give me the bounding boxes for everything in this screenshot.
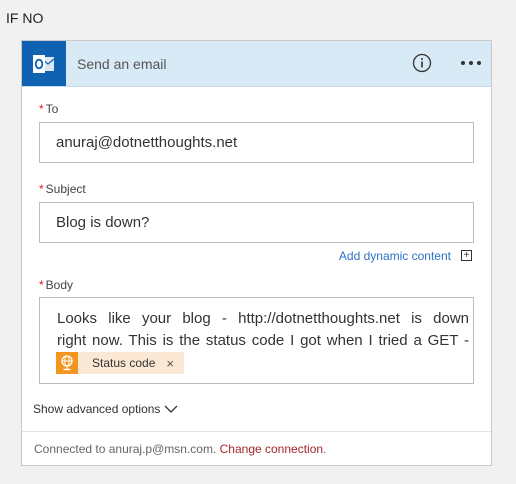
required-marker: * — [39, 182, 44, 196]
body-field[interactable]: Looks like your blog - http://dotnetthou… — [39, 297, 474, 384]
subject-label: * Subject — [39, 182, 86, 196]
send-email-card: Send an email * To anuraj@dotnetthoughts.… — [21, 40, 492, 466]
connection-info: Connected to anuraj.p@msn.com. Change co… — [34, 442, 326, 456]
to-label: * To — [39, 102, 58, 116]
http-globe-icon — [56, 352, 78, 374]
outlook-icon — [22, 41, 66, 86]
to-value: anuraj@dotnetthoughts.net — [56, 134, 238, 151]
status-code-token[interactable]: Status code × — [56, 352, 184, 374]
chevron-down-icon — [164, 405, 178, 413]
status-code-token-label: Status code — [92, 356, 156, 370]
add-dynamic-content-link[interactable]: Add dynamic content — [339, 249, 451, 263]
subject-field[interactable]: Blog is down? — [39, 202, 474, 243]
subject-label-text: Subject — [45, 182, 86, 196]
connection-suffix: . — [323, 442, 327, 456]
to-label-text: To — [45, 102, 59, 116]
card-header[interactable]: Send an email — [22, 41, 491, 87]
branch-label: IF NO — [6, 10, 44, 26]
body-text: Looks like your blog - http://dotnetthou… — [57, 308, 469, 352]
more-options-icon[interactable] — [459, 54, 483, 72]
change-connection-link[interactable]: Change connection — [220, 442, 323, 456]
body-label-text: Body — [45, 278, 74, 292]
show-advanced-options-label: Show advanced options — [33, 402, 161, 416]
add-dynamic-content-icon[interactable]: + — [461, 250, 472, 261]
connection-text: Connected to anuraj.p@msn.com. — [34, 442, 217, 456]
remove-token-icon[interactable]: × — [166, 356, 174, 371]
to-field[interactable]: anuraj@dotnetthoughts.net — [39, 122, 474, 163]
card-title: Send an email — [77, 56, 167, 72]
info-icon[interactable] — [412, 53, 432, 73]
body-label: * Body — [39, 278, 73, 292]
show-advanced-options-toggle[interactable]: Show advanced options — [33, 402, 178, 416]
connection-footer: Connected to anuraj.p@msn.com. Change co… — [22, 431, 491, 465]
body-line-2: right now. This is the status code I got… — [57, 332, 469, 349]
required-marker: * — [39, 278, 44, 292]
required-marker: * — [39, 102, 44, 116]
subject-value: Blog is down? — [56, 214, 150, 231]
body-line-1: Looks like your blog - http://dotnetthou… — [57, 310, 469, 327]
